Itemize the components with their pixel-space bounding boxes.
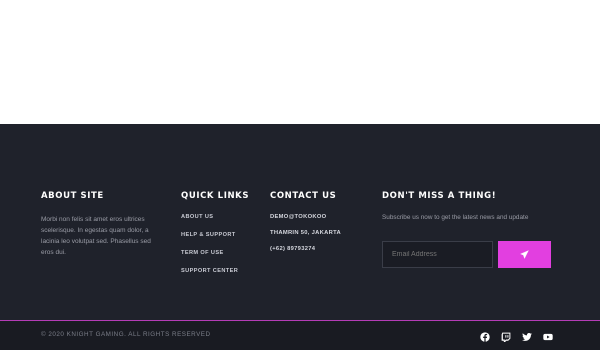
link-term-of-use[interactable]: TERM OF USE — [181, 250, 261, 268]
link-help-support[interactable]: HELP & SUPPORT — [181, 232, 261, 250]
quick-links-section: QUICK LINKS ABOUT US HELP & SUPPORT TERM… — [181, 191, 261, 286]
newsletter-heading: DON'T MISS A THING! — [382, 191, 497, 201]
newsletter-email-input[interactable] — [382, 241, 493, 268]
newsletter-text: Subscribe us now to get the latest news … — [382, 214, 529, 221]
footer-bottom-bar: © 2020 KNIGHT GAMING. ALL RIGHTS RESERVE… — [0, 321, 600, 350]
youtube-icon[interactable] — [543, 329, 553, 341]
copyright-text: © 2020 KNIGHT GAMING. ALL RIGHTS RESERVE… — [41, 331, 211, 338]
twitch-icon[interactable] — [501, 329, 511, 342]
about-site-text: Morbi non felis sit amet eros ultrices s… — [41, 216, 151, 256]
site-footer: ABOUT SITE Morbi non felis sit amet eros… — [0, 124, 600, 350]
link-about-us[interactable]: ABOUT US — [181, 214, 261, 232]
page-content-area — [0, 0, 600, 124]
quick-links-heading: QUICK LINKS — [181, 191, 250, 201]
newsletter-submit-button[interactable] — [498, 241, 551, 268]
link-support-center[interactable]: SUPPORT CENTER — [181, 268, 261, 286]
contact-list: DEMO@TOKOKOO THAMRIN 50, JAKARTA (+62) 8… — [270, 214, 370, 262]
newsletter-section: DON'T MISS A THING! Subscribe us now to … — [382, 191, 562, 268]
contact-address: THAMRIN 50, JAKARTA — [270, 230, 341, 236]
contact-heading: CONTACT US — [270, 191, 337, 201]
newsletter-form — [382, 241, 551, 268]
social-links — [480, 329, 553, 342]
quick-links-list: ABOUT US HELP & SUPPORT TERM OF USE SUPP… — [181, 214, 261, 286]
contact-phone[interactable]: (+62) 89793274 — [270, 246, 370, 262]
paper-plane-icon — [520, 247, 529, 262]
about-site-section: ABOUT SITE Morbi non felis sit amet eros… — [41, 191, 161, 258]
twitter-icon[interactable] — [522, 329, 532, 341]
about-site-heading: ABOUT SITE — [41, 191, 104, 201]
facebook-icon[interactable] — [480, 329, 490, 342]
contact-section: CONTACT US DEMO@TOKOKOO THAMRIN 50, JAKA… — [270, 191, 370, 262]
contact-email[interactable]: DEMO@TOKOKOO — [270, 214, 370, 230]
